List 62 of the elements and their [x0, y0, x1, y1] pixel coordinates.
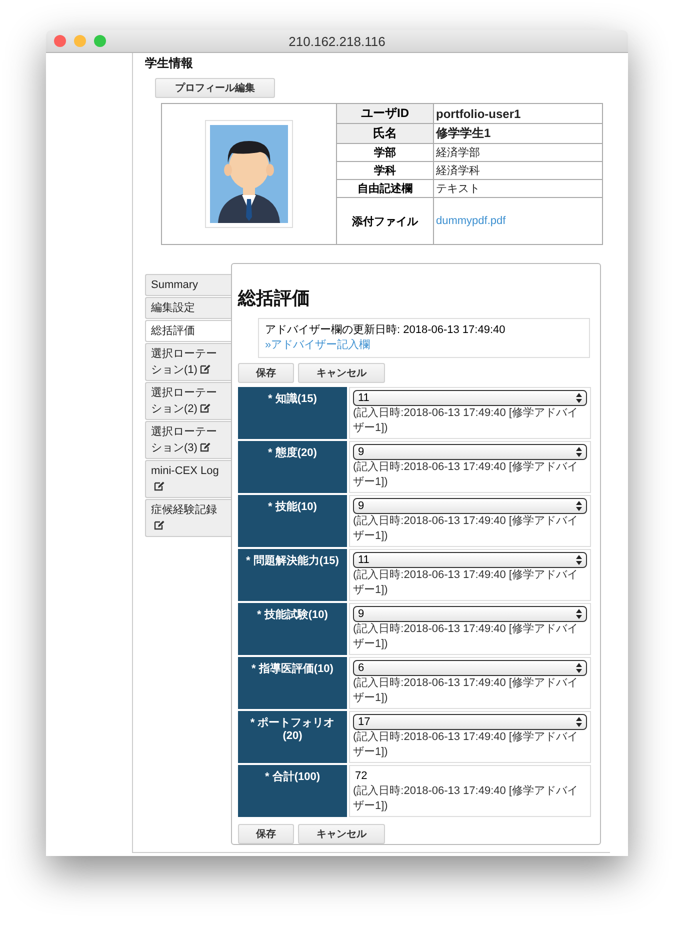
close-button[interactable] — [54, 35, 66, 47]
field-value: 経済学部 — [434, 144, 602, 162]
criterion-label: * 技能試験(10) — [238, 603, 347, 655]
score-select[interactable]: 6 — [353, 660, 587, 676]
updown-icon — [576, 609, 582, 619]
side-tab[interactable]: 総括評価 — [145, 320, 231, 342]
updown-icon — [576, 447, 582, 457]
score-select[interactable]: 11 — [353, 390, 587, 406]
score-select[interactable]: 9 — [353, 498, 587, 514]
field-label: 学科 — [336, 162, 434, 180]
section-title: 学生情報 — [145, 55, 194, 72]
field-value: portfolio-user1 — [434, 104, 602, 124]
score-select[interactable]: 9 — [353, 606, 587, 622]
criterion-label: * 指導医評価(10) — [238, 657, 347, 709]
profile-edit-button[interactable]: プロフィール編集 — [155, 78, 275, 98]
window-title: 210.162.218.116 — [288, 34, 386, 48]
criterion-label: * ポートフォリオ(20) — [238, 711, 347, 763]
minimize-button[interactable] — [74, 35, 86, 47]
updown-icon — [576, 501, 582, 511]
entry-note: (記入日時:2018-06-13 17:49:40 [修学アドバイザー1]) — [353, 460, 579, 490]
field-label: ユーザID — [336, 104, 434, 124]
score-select[interactable]: 17 — [353, 714, 587, 730]
side-tab[interactable]: 選択ローテーション(3) — [145, 421, 231, 459]
cancel-button[interactable]: キャンセル — [298, 363, 385, 383]
criterion-label: * 知識(15) — [238, 387, 347, 439]
updown-icon — [576, 555, 582, 565]
criterion-label: * 態度(20) — [238, 441, 347, 493]
side-tab[interactable]: 症候経験記録 — [145, 499, 231, 537]
side-tab[interactable]: 選択ローテーション(2) — [145, 382, 231, 420]
field-label: 学部 — [336, 144, 434, 162]
entry-note: (記入日時:2018-06-13 17:49:40 [修学アドバイザー1]) — [353, 676, 579, 706]
criterion-label: * 問題解決能力(15) — [238, 549, 347, 601]
criterion-label: * 技能(10) — [238, 495, 347, 547]
score-select[interactable]: 9 — [353, 444, 587, 460]
field-value: 修学学生1 — [434, 124, 602, 144]
entry-note: (記入日時:2018-06-13 17:49:40 [修学アドバイザー1]) — [353, 730, 579, 760]
updown-icon — [576, 393, 582, 403]
updown-icon — [576, 717, 582, 727]
field-value: 経済学科 — [434, 162, 602, 180]
field-label: 自由記述欄 — [336, 180, 434, 198]
side-tab[interactable]: 編集設定 — [145, 297, 231, 319]
entry-note: (記入日時:2018-06-13 17:49:40 [修学アドバイザー1]) — [353, 406, 579, 436]
cancel-button[interactable]: キャンセル — [298, 824, 385, 844]
side-tab[interactable]: 選択ローテーション(1) — [145, 343, 231, 381]
criterion-label: * 合計(100) — [238, 765, 347, 817]
field-label: 氏名 — [336, 124, 434, 144]
entry-note: (記入日時:2018-06-13 17:49:40 [修学アドバイザー1]) — [353, 514, 579, 544]
total-score: 72 — [354, 769, 368, 784]
save-button[interactable]: 保存 — [238, 363, 294, 383]
field-value: テキスト — [434, 180, 602, 198]
side-tab[interactable]: mini-CEX Log — [145, 460, 231, 498]
zoom-button[interactable] — [94, 35, 106, 47]
entry-note: (記入日時:2018-06-13 17:49:40 [修学アドバイザー1]) — [353, 784, 579, 814]
panel-title: 総括評価 — [238, 287, 311, 310]
field-label: 添付ファイル — [336, 198, 434, 244]
update-info: アドバイザー欄の更新日時: 2018-06-13 17:49:40 »アドバイザー記入欄 — [265, 324, 506, 351]
save-button[interactable]: 保存 — [238, 824, 294, 844]
score-select[interactable]: 11 — [353, 552, 587, 568]
entry-note: (記入日時:2018-06-13 17:49:40 [修学アドバイザー1]) — [353, 622, 579, 652]
entry-note: (記入日時:2018-06-13 17:49:40 [修学アドバイザー1]) — [353, 568, 579, 598]
side-tab[interactable]: Summary — [145, 274, 231, 296]
updown-icon — [576, 663, 582, 673]
